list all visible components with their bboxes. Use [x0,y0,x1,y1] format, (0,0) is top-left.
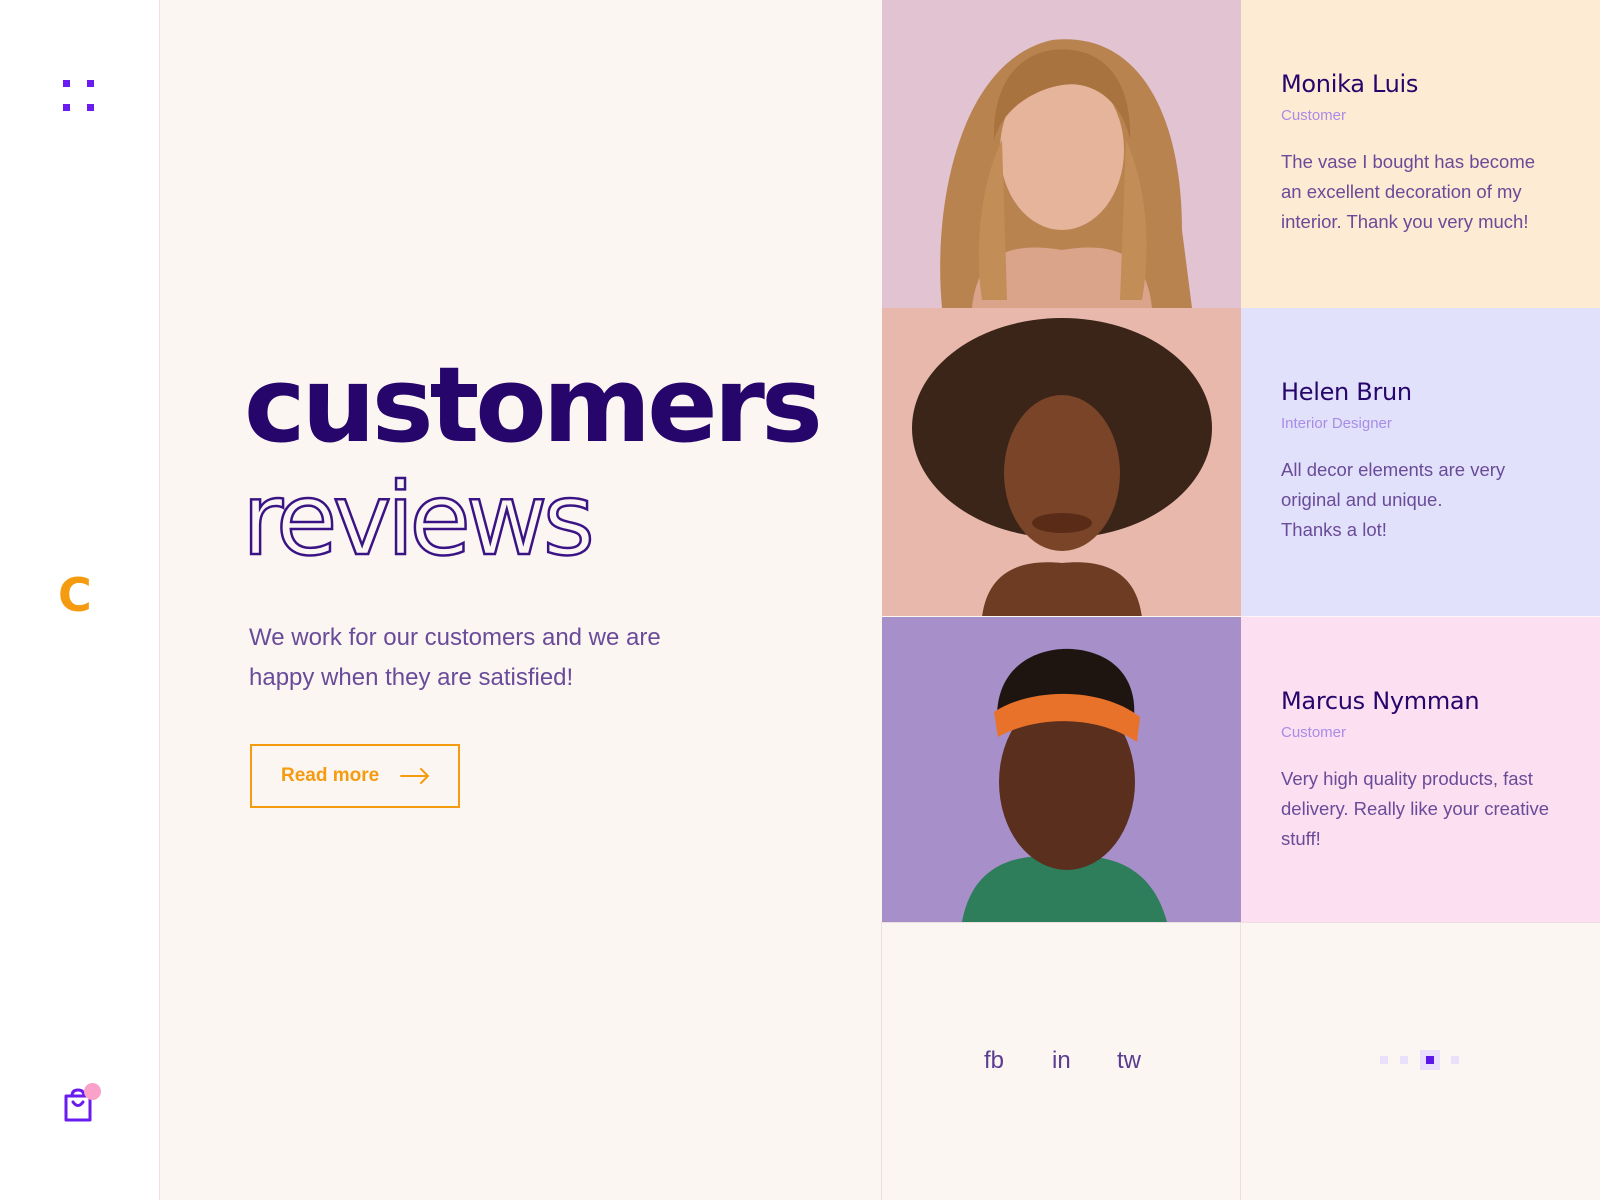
shopping-bag-icon[interactable] [63,1083,101,1123]
review-quote: Very high quality products, fast deliver… [1281,768,1550,849]
reviewer-photo-helen [882,308,1241,616]
hero-title: customers [244,344,823,466]
grid-dots-icon[interactable] [63,80,97,114]
pager-dot-active[interactable] [1420,1050,1440,1070]
pager-dot[interactable] [1400,1056,1408,1064]
hero-title-outline: reviews [241,461,596,578]
review-card-marcus: Marcus Nymman Customer Very high quality… [1241,617,1600,922]
review-card-monika: Monika Luis Customer The vase I bought h… [1241,0,1600,308]
pager-panel [1241,922,1600,1200]
social-link-facebook[interactable]: fb [984,1047,1004,1075]
review-quote: All decor elements are very original and… [1281,459,1506,540]
reviewer-role: Customer [1281,724,1347,741]
review-quote: The vase I bought has become an excellen… [1281,151,1536,232]
review-card-helen: Helen Brun Interior Designer All decor e… [1241,308,1600,616]
social-links-panel: fb in tw [881,922,1241,1200]
social-link-twitter[interactable]: tw [1117,1047,1141,1075]
arrow-right-icon [400,768,430,784]
read-more-button[interactable]: Read more [250,744,460,808]
pagination [1380,1050,1470,1070]
reviewer-role: Customer [1281,107,1347,124]
cart-notification-badge [84,1083,101,1100]
pager-dot[interactable] [1380,1056,1388,1064]
read-more-label: Read more [281,765,380,786]
sidebar: C [0,0,160,1200]
reviewer-name: Marcus Nymman [1281,687,1480,715]
reviewer-name: Helen Brun [1281,378,1412,406]
pager-dot[interactable] [1451,1056,1459,1064]
reviewer-role: Interior Designer [1281,415,1392,432]
reviewer-photo-marcus [882,617,1241,922]
social-link-linkedin[interactable]: in [1052,1047,1071,1075]
hero-subtitle: We work for our customers and we are hap… [249,624,661,691]
logo: C [58,568,92,622]
reviewer-name: Monika Luis [1281,70,1419,98]
reviewer-photo-monika [882,0,1241,308]
